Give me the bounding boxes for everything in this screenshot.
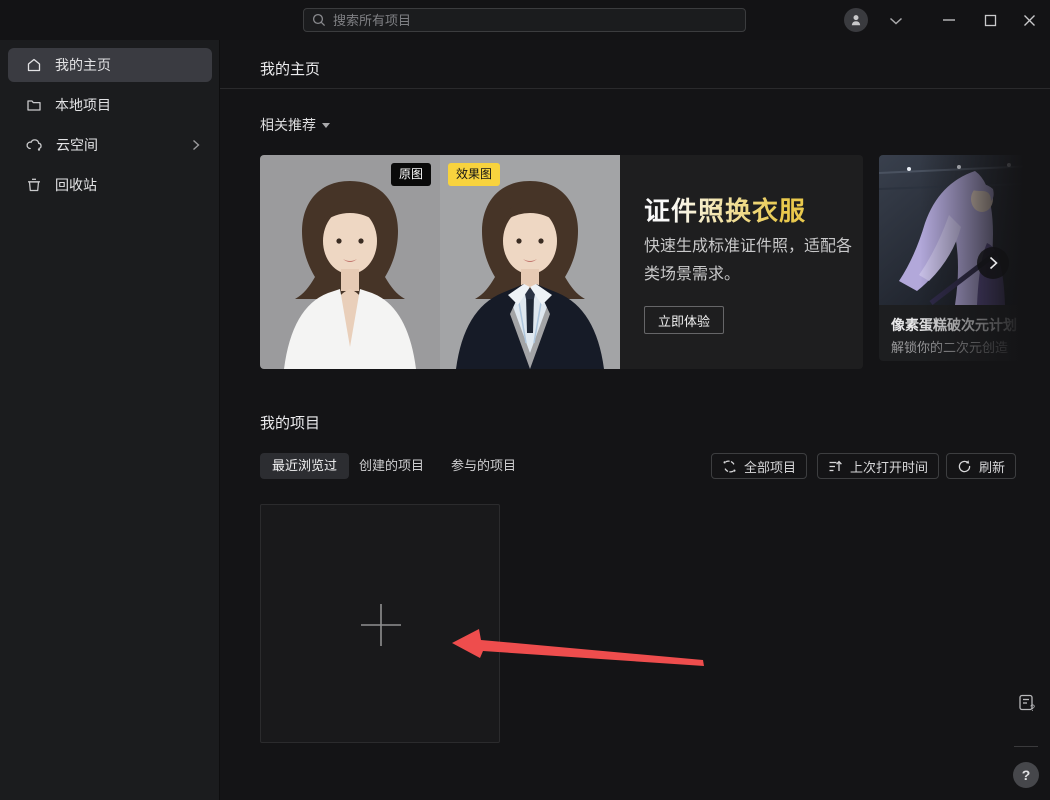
banner-title: 证件照换衣服 (644, 191, 806, 228)
feedback-icon: ? (1017, 693, 1037, 713)
help-button[interactable]: ? (1013, 762, 1039, 788)
sidebar-item-local-projects[interactable]: 本地项目 (8, 88, 212, 122)
refresh-button[interactable]: 刷新 (946, 453, 1016, 479)
sort-by-last-opened-button[interactable]: 上次打开时间 (817, 453, 939, 479)
card2-image (879, 155, 1050, 305)
recommend-section-label: 相关推荐 (260, 115, 316, 135)
banner-text-panel: 证件照换衣服 快速生成标准证件照，适配各类场景需求。 立即体验 (620, 155, 863, 369)
tab-recently-viewed[interactable]: 最近浏览过 (260, 453, 349, 479)
header-divider (220, 88, 1050, 89)
chevron-right-icon (192, 139, 200, 151)
project-type-icon (722, 459, 737, 474)
badge-original: 原图 (391, 163, 431, 186)
user-avatar[interactable] (844, 8, 868, 32)
search-icon (312, 13, 326, 27)
maximize-button[interactable] (979, 10, 1001, 30)
tab-created-projects[interactable]: 创建的项目 (359, 453, 424, 479)
refresh-label: 刷新 (979, 457, 1005, 476)
page-title: 我的主页 (260, 58, 320, 79)
plus-icon (356, 600, 406, 650)
person-icon (849, 13, 863, 27)
close-button[interactable] (1018, 10, 1040, 30)
svg-text:?: ? (1030, 703, 1035, 713)
sidebar-item-label: 云空间 (56, 135, 98, 155)
tab-participated-projects[interactable]: 参与的项目 (451, 453, 516, 479)
banner-photo-original (260, 155, 440, 369)
sidebar-item-label: 本地项目 (55, 95, 111, 115)
sidebar-item-cloud-space[interactable]: 云空间 (8, 128, 212, 162)
sort-icon (828, 459, 843, 474)
badge-effect: 效果图 (448, 163, 500, 186)
main-content: 我的主页 相关推荐 (220, 40, 1050, 800)
app-window: 我的主页 本地项目 云空间 (0, 0, 1050, 800)
refresh-icon (957, 459, 972, 474)
chevron-down-icon (889, 17, 903, 25)
minimize-icon (942, 13, 956, 27)
all-projects-label: 全部项目 (744, 457, 796, 476)
recommend-banner-card[interactable]: 原图 效果图 证件照换衣服 快速生成标准证件照，适配各类场景需求。 立即体验 (260, 155, 863, 369)
sort-label: 上次打开时间 (850, 457, 928, 476)
chevron-right-icon (989, 256, 998, 270)
titlebar (0, 0, 1050, 40)
projects-section-title: 我的项目 (260, 412, 320, 433)
all-projects-button[interactable]: 全部项目 (711, 453, 807, 479)
caret-down-icon (322, 123, 330, 128)
account-menu-chevron[interactable] (884, 14, 908, 28)
search-box[interactable] (303, 8, 746, 32)
help-label: ? (1022, 767, 1031, 783)
recommend-card-pixel[interactable]: 像素蛋糕破次元计划 解锁你的二次元创造 (879, 155, 1050, 361)
sidebar-item-label: 我的主页 (55, 55, 111, 75)
try-now-button[interactable]: 立即体验 (644, 306, 724, 334)
card2-title: 像素蛋糕破次元计划 (891, 315, 1017, 335)
banner-description: 快速生成标准证件照，适配各类场景需求。 (644, 233, 856, 289)
sidebar-item-home[interactable]: 我的主页 (8, 48, 212, 82)
folder-icon (26, 97, 42, 113)
trash-icon (26, 177, 42, 193)
sidebar-item-label: 回收站 (55, 175, 97, 195)
close-icon (1023, 14, 1036, 27)
utility-divider (1014, 746, 1038, 747)
maximize-icon (984, 14, 997, 27)
carousel-next-button[interactable] (977, 247, 1009, 279)
search-input[interactable] (333, 13, 737, 28)
cloud-icon (26, 137, 43, 153)
banner-photo-effect (440, 155, 620, 369)
sidebar-item-recycle-bin[interactable]: 回收站 (8, 168, 212, 202)
feedback-button[interactable]: ? (1016, 692, 1038, 714)
card2-subtitle: 解锁你的二次元创造 (891, 337, 1008, 356)
home-icon (26, 57, 42, 73)
new-project-card[interactable] (260, 504, 500, 743)
recommend-section-toggle[interactable]: 相关推荐 (260, 115, 330, 135)
sidebar: 我的主页 本地项目 云空间 (0, 40, 220, 800)
minimize-button[interactable] (938, 10, 960, 30)
